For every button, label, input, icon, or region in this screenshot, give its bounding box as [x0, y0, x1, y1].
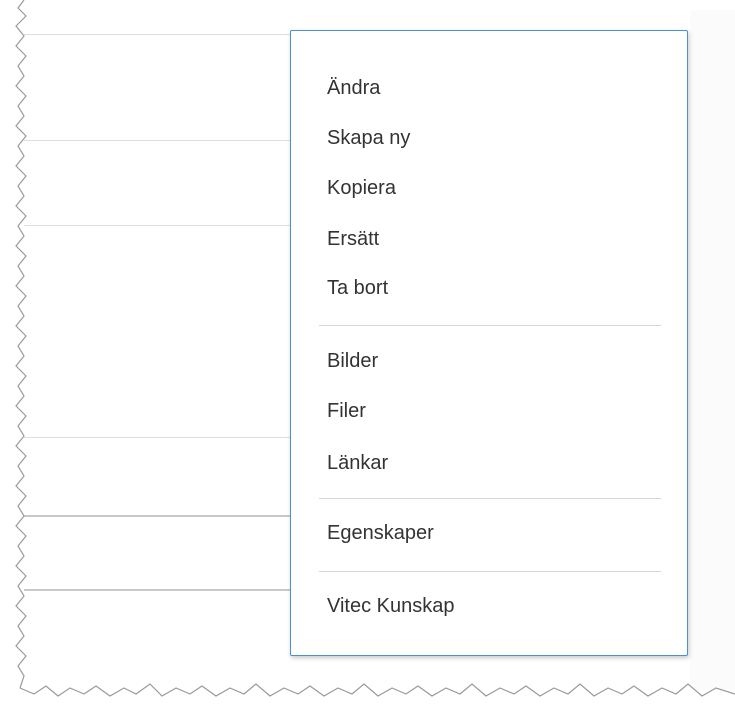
- menu-item-lankar[interactable]: Länkar: [327, 451, 388, 475]
- background-row-divider: [24, 34, 294, 35]
- menu-item-bilder[interactable]: Bilder: [327, 349, 378, 373]
- screenshot-stage: Ändra Skapa ny Kopiera Ersätt Ta bort Bi…: [0, 0, 735, 704]
- menu-separator: [319, 498, 661, 499]
- menu-item-vitec-kunskap[interactable]: Vitec Kunskap: [327, 594, 455, 618]
- menu-separator: [319, 325, 661, 326]
- menu-item-andra[interactable]: Ändra: [327, 76, 380, 100]
- menu-item-egenskaper[interactable]: Egenskaper: [327, 521, 434, 545]
- background-right-strip: [690, 10, 735, 690]
- background-row-divider: [24, 140, 290, 141]
- context-menu: Ändra Skapa ny Kopiera Ersätt Ta bort Bi…: [290, 30, 688, 656]
- menu-item-kopiera[interactable]: Kopiera: [327, 176, 396, 200]
- menu-separator: [319, 571, 661, 572]
- background-row-divider: [24, 515, 290, 517]
- menu-item-ersatt[interactable]: Ersätt: [327, 227, 379, 251]
- menu-item-ta-bort[interactable]: Ta bort: [327, 276, 388, 300]
- menu-item-skapa-ny[interactable]: Skapa ny: [327, 126, 410, 150]
- background-row-divider: [24, 437, 290, 438]
- background-row-divider: [24, 225, 290, 226]
- background-row-divider: [24, 589, 290, 591]
- menu-item-filer[interactable]: Filer: [327, 399, 366, 423]
